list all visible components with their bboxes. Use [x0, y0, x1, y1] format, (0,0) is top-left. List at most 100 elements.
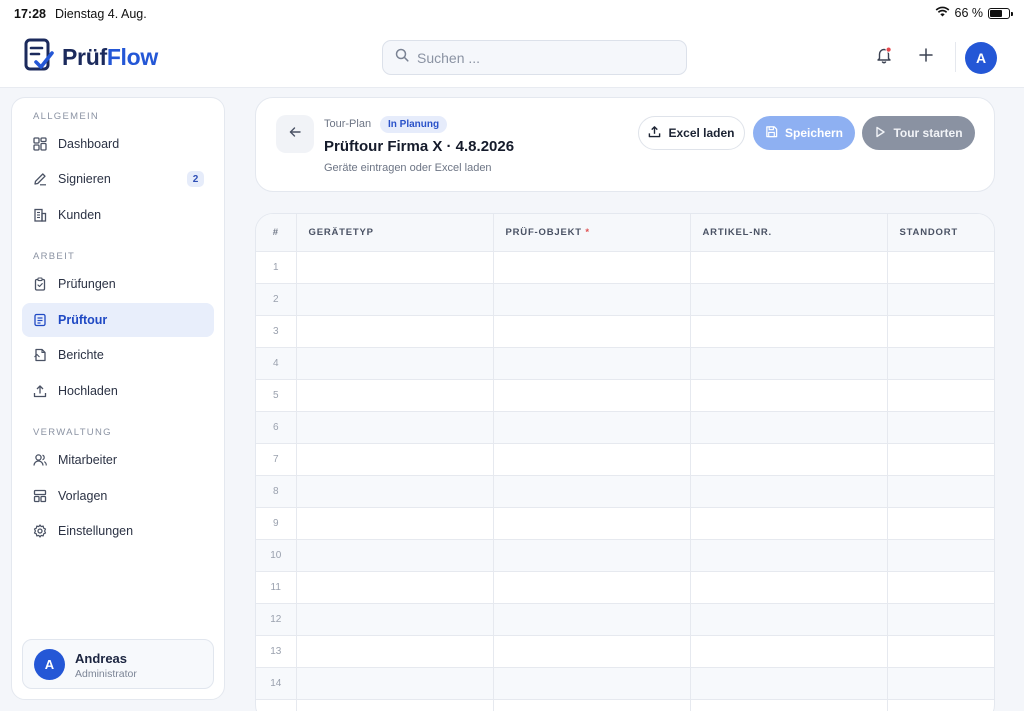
table-header-row: # GERÄTETYP PRÜF-OBJEKT * ARTIKEL-NR. ST… [256, 214, 994, 252]
row-number: 3 [256, 315, 297, 348]
geraetetyp-cell[interactable] [296, 699, 494, 711]
standort-cell[interactable] [887, 699, 994, 711]
pruef-objekt-cell[interactable] [493, 603, 691, 636]
notifications-button[interactable] [873, 46, 895, 68]
geraetetyp-cell[interactable] [296, 283, 494, 316]
sidebar: ALLGEMEIN Dashboard Signieren 2 Kunden A… [11, 97, 225, 700]
tour-header-card: Tour-Plan In Planung Prüftour Firma X · … [255, 97, 995, 192]
table-row: 11 [256, 571, 994, 604]
pruef-objekt-cell[interactable] [493, 475, 691, 508]
save-button[interactable]: Speichern [753, 116, 855, 150]
status-date: Dienstag 4. Aug. [54, 7, 147, 21]
excel-load-button[interactable]: Excel laden [638, 116, 745, 150]
sidebar-item-hochladen[interactable]: Hochladen [22, 374, 214, 408]
geraetetyp-cell[interactable] [296, 635, 494, 668]
sidebar-item-einstellungen[interactable]: Einstellungen [22, 514, 214, 548]
search-box[interactable] [382, 40, 687, 75]
standort-cell[interactable] [887, 571, 994, 604]
standort-cell[interactable] [887, 539, 994, 572]
building-icon [33, 208, 47, 222]
pruef-objekt-cell[interactable] [493, 667, 691, 700]
standort-cell[interactable] [887, 443, 994, 476]
table-row: 8 [256, 475, 994, 508]
pruef-objekt-cell[interactable] [493, 635, 691, 668]
search-input[interactable] [417, 49, 667, 66]
standort-cell[interactable] [887, 347, 994, 380]
artikel-nr-cell[interactable] [690, 539, 888, 572]
geraetetyp-cell[interactable] [296, 411, 494, 444]
table-row: 5 [256, 379, 994, 412]
sidebar-item-label: Prüftour [58, 313, 108, 327]
geraetetyp-cell[interactable] [296, 667, 494, 700]
sidebar-item-signieren[interactable]: Signieren 2 [22, 162, 214, 196]
user-profile-card[interactable]: A Andreas Administrator [22, 639, 214, 689]
pruef-objekt-cell[interactable] [493, 443, 691, 476]
standort-cell[interactable] [887, 635, 994, 668]
geraetetyp-cell[interactable] [296, 475, 494, 508]
pruef-objekt-cell[interactable] [493, 379, 691, 412]
standort-cell[interactable] [887, 507, 994, 540]
battery-percent: 66 % [954, 6, 984, 20]
standort-cell[interactable] [887, 315, 994, 348]
start-tour-button[interactable]: Tour starten [862, 116, 975, 150]
save-icon [765, 125, 778, 141]
standort-cell[interactable] [887, 475, 994, 508]
brand-logo[interactable]: PrüfFlow [24, 38, 158, 77]
geraetetyp-cell[interactable] [296, 571, 494, 604]
geraetetyp-cell[interactable] [296, 603, 494, 636]
sidebar-item-mitarbeiter[interactable]: Mitarbeiter [22, 443, 214, 477]
table-row: 10 [256, 539, 994, 572]
artikel-nr-cell[interactable] [690, 507, 888, 540]
pruef-objekt-cell[interactable] [493, 251, 691, 284]
artikel-nr-cell[interactable] [690, 699, 888, 711]
geraetetyp-cell[interactable] [296, 251, 494, 284]
geraetetyp-cell[interactable] [296, 315, 494, 348]
pruef-objekt-cell[interactable] [493, 539, 691, 572]
pruef-objekt-cell[interactable] [493, 507, 691, 540]
artikel-nr-cell[interactable] [690, 443, 888, 476]
artikel-nr-cell[interactable] [690, 635, 888, 668]
geraetetyp-cell[interactable] [296, 539, 494, 572]
artikel-nr-cell[interactable] [690, 315, 888, 348]
artikel-nr-cell[interactable] [690, 379, 888, 412]
pruef-objekt-cell[interactable] [493, 347, 691, 380]
geraetetyp-cell[interactable] [296, 443, 494, 476]
back-button[interactable] [276, 115, 314, 153]
artikel-nr-cell[interactable] [690, 251, 888, 284]
pruef-objekt-cell[interactable] [493, 571, 691, 604]
sidebar-item-kunden[interactable]: Kunden [22, 198, 214, 232]
artikel-nr-cell[interactable] [690, 283, 888, 316]
user-avatar[interactable]: A [965, 42, 997, 74]
row-number: 13 [256, 635, 297, 668]
pruef-objekt-cell[interactable] [493, 699, 691, 711]
artikel-nr-cell[interactable] [690, 571, 888, 604]
sidebar-item-label: Vorlagen [58, 489, 108, 503]
bell-icon [875, 46, 893, 69]
artikel-nr-cell[interactable] [690, 603, 888, 636]
standort-cell[interactable] [887, 283, 994, 316]
pruef-objekt-cell[interactable] [493, 411, 691, 444]
add-button[interactable] [915, 46, 937, 68]
pruef-objekt-cell[interactable] [493, 283, 691, 316]
geraetetyp-cell[interactable] [296, 379, 494, 412]
artikel-nr-cell[interactable] [690, 347, 888, 380]
standort-cell[interactable] [887, 603, 994, 636]
geraetetyp-cell[interactable] [296, 507, 494, 540]
sidebar-item-label: Berichte [58, 348, 104, 362]
standort-cell[interactable] [887, 667, 994, 700]
artikel-nr-cell[interactable] [690, 475, 888, 508]
standort-cell[interactable] [887, 411, 994, 444]
sidebar-item-berichte[interactable]: Berichte [22, 338, 214, 372]
sidebar-item-pruefungen[interactable]: Prüfungen [22, 267, 214, 301]
sidebar-item-dashboard[interactable]: Dashboard [22, 127, 214, 161]
pruef-objekt-cell[interactable] [493, 315, 691, 348]
sidebar-item-vorlagen[interactable]: Vorlagen [22, 479, 214, 513]
standort-cell[interactable] [887, 251, 994, 284]
play-icon [874, 126, 886, 141]
geraetetyp-cell[interactable] [296, 347, 494, 380]
standort-cell[interactable] [887, 379, 994, 412]
sidebar-item-prueftour[interactable]: Prüftour [22, 303, 214, 337]
artikel-nr-cell[interactable] [690, 411, 888, 444]
excel-load-label: Excel laden [668, 126, 735, 140]
artikel-nr-cell[interactable] [690, 667, 888, 700]
